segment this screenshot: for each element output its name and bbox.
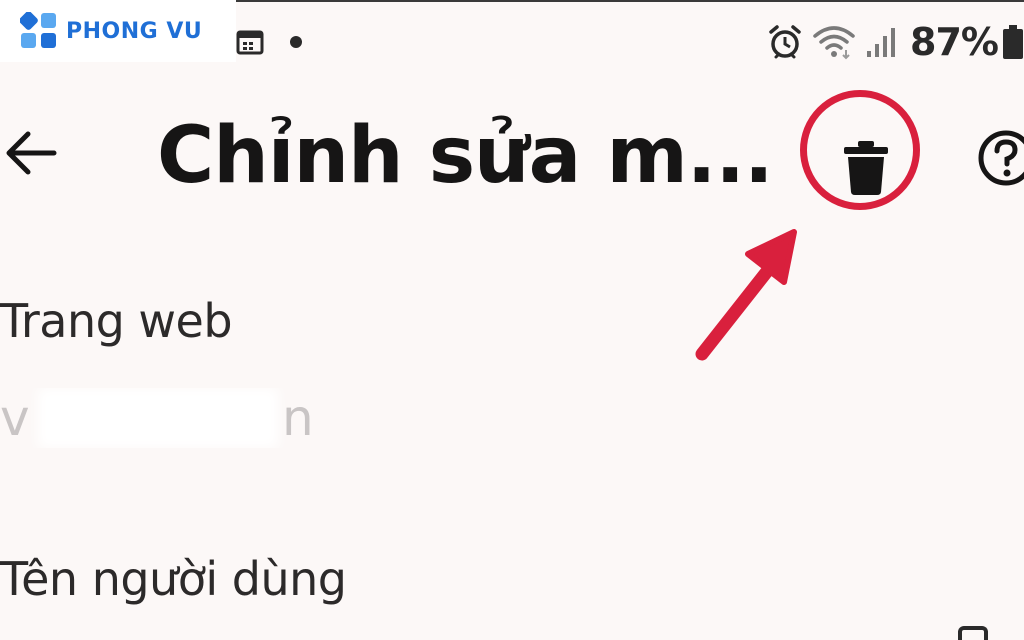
help-button[interactable] (974, 128, 1024, 188)
brand-watermark: PHONG VU (0, 0, 236, 62)
app-bar: Chỉnh sửa m... (0, 92, 1024, 232)
annotation-arrow-icon (695, 229, 797, 361)
back-button[interactable] (0, 122, 62, 184)
signal-icon (867, 28, 896, 57)
battery-icon (1003, 25, 1023, 59)
website-label: Trang web (0, 294, 233, 348)
copy-icon[interactable] (958, 626, 988, 640)
trash-icon (844, 141, 888, 195)
website-value[interactable]: v n (0, 388, 330, 448)
help-circle-icon (978, 130, 1024, 186)
wifi-icon (813, 26, 855, 60)
arrow-left-icon (6, 131, 57, 175)
calendar-icon (236, 30, 264, 55)
brand-name: PHONG VU (66, 18, 203, 44)
battery-percent: 87% (910, 20, 999, 64)
delete-button[interactable] (818, 120, 914, 216)
username-label: Tên người dùng (0, 552, 347, 606)
brand-logo-icon (20, 12, 56, 48)
redacted-text (38, 388, 278, 448)
alarm-icon (769, 25, 801, 59)
page-title: Chỉnh sửa m... (157, 111, 774, 201)
website-value-end: n (282, 389, 314, 447)
notification-dot-icon (290, 36, 302, 48)
status-icons: 87% (758, 20, 1024, 64)
website-value-start: v (0, 389, 30, 447)
